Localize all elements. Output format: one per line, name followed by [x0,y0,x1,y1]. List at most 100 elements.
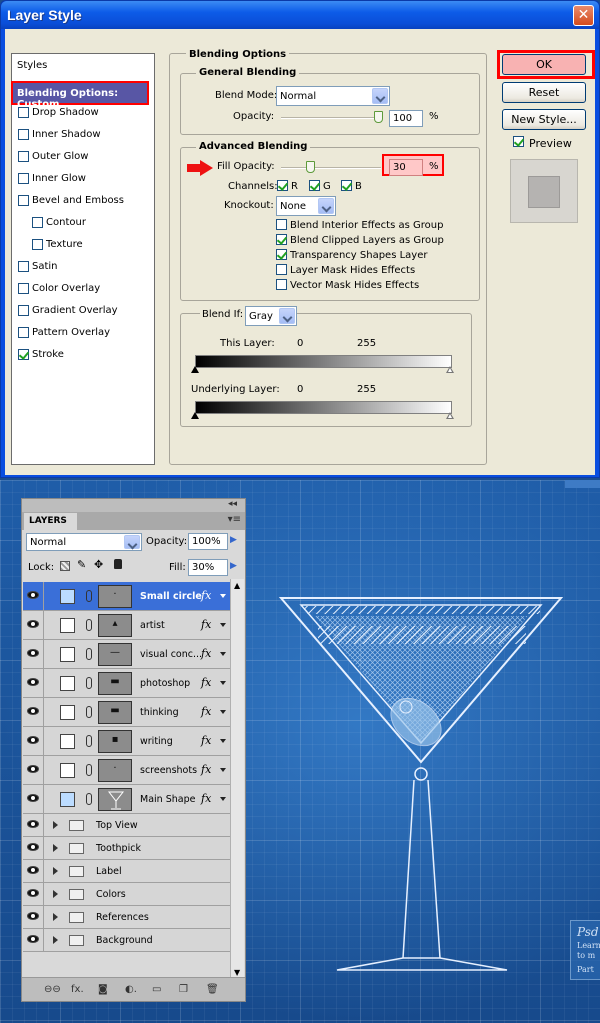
fill-opacity-slider-thumb[interactable] [306,161,315,173]
channel-b-checkbox[interactable] [341,180,352,191]
expand-triangle-icon[interactable] [53,936,58,944]
reset-button[interactable]: Reset [502,82,586,103]
opacity-slider-track[interactable] [281,117,381,119]
blending-options-item[interactable]: Blending Options: Custom [11,81,149,110]
group-row[interactable]: Colors [23,883,230,906]
visibility-toggle[interactable] [23,727,44,755]
visibility-toggle[interactable] [23,883,44,905]
chevron-down-icon[interactable] [220,710,226,714]
group-row[interactable]: Top View [23,814,230,837]
visibility-toggle[interactable] [23,756,44,784]
style-item-gradient-overlay[interactable]: Gradient Overlay [12,300,154,322]
fill-flyout-icon[interactable]: ▶ [230,561,237,571]
layer-row[interactable]: ▴ artist fx [23,611,230,640]
link-icon[interactable] [86,793,92,805]
this-layer-white-slider[interactable] [446,366,454,373]
lock-pixels-icon[interactable]: ✎ [77,558,86,571]
style-checkbox[interactable] [18,173,29,184]
channel-r-checkbox[interactable] [277,180,288,191]
style-checkbox[interactable] [18,151,29,162]
link-icon[interactable] [86,764,92,776]
advanced-option-checkbox[interactable] [276,264,287,275]
mask-icon[interactable]: ◙ [98,984,108,995]
fx-icon[interactable]: fx [201,676,211,689]
fx-icon[interactable]: fx. [71,984,84,995]
preview-checkbox[interactable] [513,136,524,147]
chevron-down-icon[interactable] [220,594,226,598]
group-row[interactable]: References [23,906,230,929]
close-button[interactable]: ✕ [573,5,594,26]
style-item-texture[interactable]: Texture [12,234,154,256]
opacity-slider-thumb[interactable] [374,111,383,123]
visibility-toggle[interactable] [23,906,44,928]
layer-row[interactable]: Main Shape fx [23,785,230,814]
fx-icon[interactable]: fx [201,792,211,805]
visibility-toggle[interactable] [23,860,44,882]
layer-row[interactable]: · screenshots fx [23,756,230,785]
visibility-toggle[interactable] [23,785,44,813]
visibility-toggle[interactable] [23,669,44,697]
fx-icon[interactable]: fx [201,618,211,631]
expand-triangle-icon[interactable] [53,913,58,921]
advanced-option-checkbox[interactable] [276,249,287,260]
panel-menu-icon[interactable]: ▾≡ [228,514,241,525]
new-layer-icon[interactable]: ❐ [179,984,188,995]
layer-opacity-input[interactable]: 100% [188,533,228,550]
new-style-button[interactable]: New Style... [502,109,586,130]
link-icon[interactable] [86,619,92,631]
link-icon[interactable]: ⊖⊖ [44,984,61,995]
style-checkbox[interactable] [18,349,29,360]
underlying-white-slider[interactable] [446,412,454,419]
expand-triangle-icon[interactable] [53,844,58,852]
knockout-select[interactable]: None [276,196,336,216]
scroll-down-icon[interactable]: ▼ [234,968,240,977]
style-checkbox[interactable] [32,217,43,228]
visibility-toggle[interactable] [23,837,44,859]
layer-row[interactable]: · Small circle fx [23,582,230,611]
expand-triangle-icon[interactable] [53,890,58,898]
advanced-option-checkbox[interactable] [276,279,287,290]
chevron-down-icon[interactable] [220,797,226,801]
styles-heading[interactable]: Styles [17,60,47,71]
visibility-toggle[interactable] [23,814,44,836]
visibility-toggle[interactable] [23,929,44,951]
lock-position-icon[interactable]: ✥ [94,558,103,571]
style-item-satin[interactable]: Satin [12,256,154,278]
chevron-down-icon[interactable] [220,623,226,627]
layer-row[interactable]: ▪ writing fx [23,727,230,756]
fx-icon[interactable]: fx [201,734,211,747]
style-item-inner-shadow[interactable]: Inner Shadow [12,124,154,146]
style-checkbox[interactable] [18,129,29,140]
trash-icon[interactable]: 🗑 [206,984,219,995]
lock-transparent-icon[interactable] [60,561,70,571]
underlying-black-slider[interactable] [191,412,199,419]
group-row[interactable]: Label [23,860,230,883]
visibility-toggle[interactable] [23,698,44,726]
style-item-contour[interactable]: Contour [12,212,154,234]
fill-opacity-input[interactable]: 30 [389,159,423,176]
visibility-toggle[interactable] [23,582,44,610]
fill-opacity-slider-track[interactable] [281,167,381,169]
style-item-color-overlay[interactable]: Color Overlay [12,278,154,300]
fx-icon[interactable]: fx [201,647,211,660]
style-item-pattern-overlay[interactable]: Pattern Overlay [12,322,154,344]
panel-top-bar[interactable]: ◂◂ [22,499,245,512]
scroll-up-icon[interactable]: ▲ [234,581,240,590]
layer-row[interactable]: ▬ photoshop fx [23,669,230,698]
this-layer-black-slider[interactable] [191,366,199,373]
style-checkbox[interactable] [18,283,29,294]
style-item-inner-glow[interactable]: Inner Glow [12,168,154,190]
layers-scrollbar[interactable]: ▲ ▼ [230,579,244,979]
layer-row[interactable]: ▬ thinking fx [23,698,230,727]
folder-icon[interactable]: ▭ [152,984,161,995]
group-row[interactable]: Background [23,929,230,952]
style-checkbox[interactable] [18,261,29,272]
opacity-flyout-icon[interactable]: ▶ [230,535,237,545]
style-item-stroke[interactable]: Stroke [12,344,154,366]
visibility-toggle[interactable] [23,611,44,639]
layer-blend-mode-select[interactable]: Normal [26,533,142,551]
link-icon[interactable] [86,648,92,660]
style-item-outer-glow[interactable]: Outer Glow [12,146,154,168]
blend-if-select[interactable]: Gray [245,306,297,326]
layers-tab[interactable]: LAYERS [24,513,77,530]
